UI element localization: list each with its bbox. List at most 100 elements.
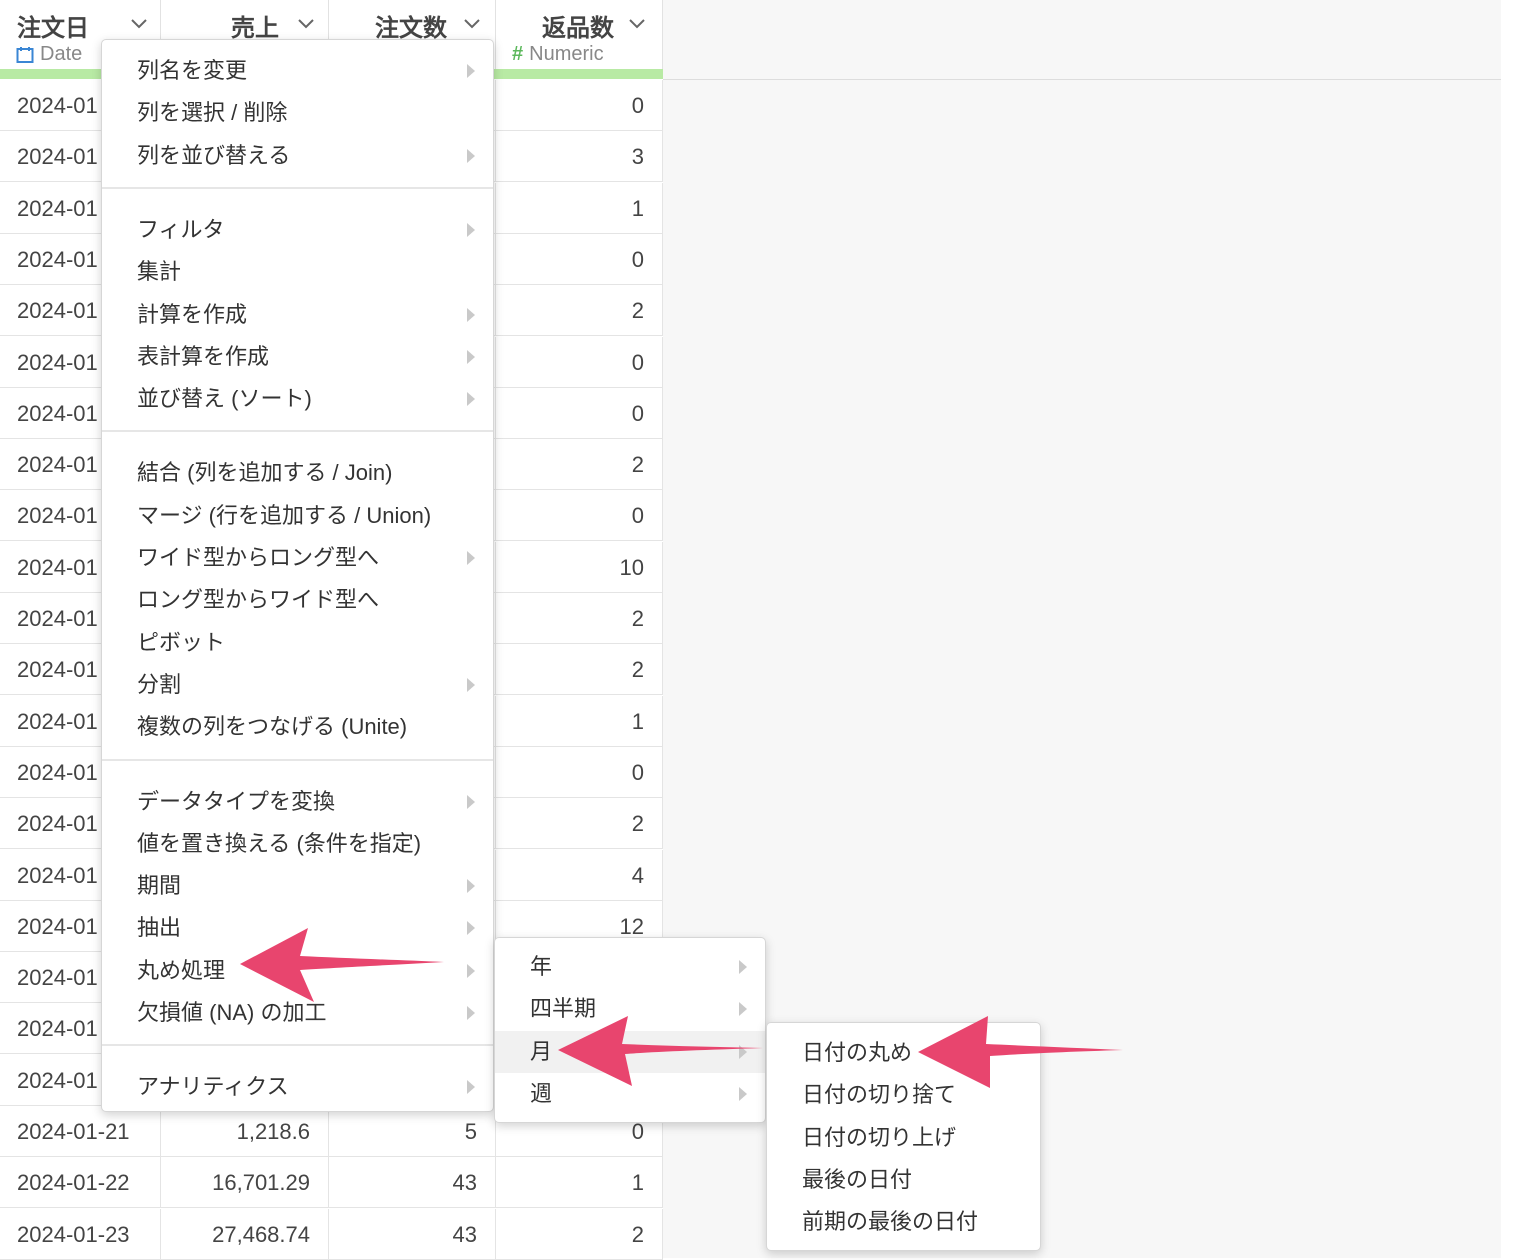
submenu-item[interactable]: 日付の切り捨て [767, 1074, 1040, 1116]
column-title: 返品数 [542, 15, 614, 42]
menu-item-label: 列を選択 / 削除 [137, 100, 288, 126]
cell-returns[interactable]: 10 [496, 541, 663, 593]
menu-separator [102, 758, 493, 761]
menu-item-label: 表計算を作成 [137, 343, 270, 369]
submenu-arrow-icon [467, 551, 475, 565]
rounding-submenu: 年四半期月週 [494, 937, 766, 1123]
cell-returns[interactable]: 0 [496, 490, 663, 542]
menu-item-label: 欠損値 (NA) の加工 [137, 1000, 327, 1025]
submenu-arrow-icon [467, 307, 475, 322]
menu-item[interactable]: 表計算を作成 [102, 336, 493, 378]
cell-sales[interactable]: 16,701.29 [161, 1157, 329, 1209]
cell-orders[interactable]: 5 [329, 1106, 496, 1157]
chevron-down-icon[interactable] [626, 12, 648, 34]
column-type-label: Date [40, 43, 83, 65]
cell-returns[interactable]: 2 [496, 644, 663, 696]
menu-item[interactable]: マージ (行を追加する / Union) [102, 495, 493, 537]
cell-returns[interactable]: 2 [496, 798, 663, 850]
menu-item[interactable]: アナリティクス [102, 1066, 493, 1108]
hash-icon: # [512, 43, 524, 65]
submenu-item-label: 日付の切り上げ [802, 1124, 957, 1150]
submenu-item[interactable]: 月 [495, 1030, 765, 1073]
cell-order-date[interactable]: 2024-01-22 [0, 1157, 161, 1209]
submenu-item-label: 四半期 [530, 996, 597, 1022]
submenu-item-label: 年 [530, 954, 553, 979]
column-type: # Numeric [512, 43, 604, 66]
menu-item[interactable]: 列名を変更 [102, 50, 493, 92]
menu-item-label: フィルタ [137, 216, 225, 242]
chevron-down-icon[interactable] [128, 12, 150, 34]
menu-item[interactable]: 丸め処理 [102, 950, 493, 992]
submenu-arrow-icon [467, 879, 475, 894]
column-title: 売上 [231, 15, 279, 42]
cell-returns[interactable]: 0 [496, 233, 663, 285]
submenu-arrow-icon [739, 1044, 747, 1059]
cell-order-date[interactable]: 2024-01-21 [0, 1106, 161, 1157]
menu-item[interactable]: データタイプを変換 [102, 781, 493, 823]
submenu-item[interactable]: 前期の最後の日付 [767, 1201, 1040, 1243]
cell-returns[interactable]: 4 [496, 849, 663, 901]
cell-returns[interactable]: 0 [496, 746, 663, 798]
month-rounding-submenu: 日付の丸め日付の切り捨て 日付の切り上げ最後の日付 前期の最後の日付 [766, 1022, 1041, 1251]
cell-sales[interactable]: 27,468.74 [161, 1208, 329, 1260]
menu-item[interactable]: 計算を作成 [102, 294, 493, 336]
submenu-item[interactable]: 四半期 [495, 988, 765, 1030]
submenu-item-label: 日付の丸め [802, 1040, 913, 1065]
cell-returns[interactable]: 1 [496, 695, 663, 747]
submenu-arrow-icon [467, 677, 475, 692]
submenu-arrow-icon [467, 392, 475, 407]
menu-item[interactable]: 並び替え (ソート) [102, 378, 493, 420]
cell-sales[interactable]: 1,218.6 [161, 1106, 329, 1157]
submenu-item-label: 日付の切り捨て [802, 1082, 957, 1108]
table-row[interactable]: 2024-01-22 16,701.29 43 1 [0, 1157, 663, 1209]
menu-item[interactable]: 期間 [102, 865, 493, 907]
menu-item[interactable]: 欠損値 (NA) の加工 [102, 992, 493, 1034]
menu-item[interactable]: 結合 (列を追加する / Join) [102, 452, 493, 494]
cell-returns[interactable]: 0 [496, 80, 663, 131]
cell-returns[interactable]: 2 [496, 593, 663, 644]
cell-orders[interactable]: 43 [329, 1157, 496, 1209]
menu-item-label: 集計 [137, 259, 182, 285]
cell-returns[interactable]: 2 [496, 1208, 663, 1260]
cell-returns[interactable]: 1 [496, 182, 663, 234]
cell-returns[interactable]: 0 [496, 336, 663, 388]
chevron-down-icon[interactable] [295, 12, 317, 34]
submenu-arrow-icon [467, 64, 475, 78]
column-header-returns[interactable]: 返品数 # Numeric [496, 0, 663, 79]
submenu-item[interactable]: 年 [495, 946, 765, 988]
column-title: 注文数 [375, 15, 447, 42]
cell-returns[interactable]: 2 [496, 439, 663, 491]
menu-item[interactable]: ピボット [102, 622, 493, 664]
column-type: Date [16, 43, 82, 66]
cell-returns[interactable]: 3 [496, 131, 663, 183]
cell-returns[interactable]: 1 [496, 1157, 663, 1209]
menu-item[interactable]: ワイド型からロング型へ [102, 537, 493, 579]
menu-item-label: 計算を作成 [137, 301, 248, 327]
menu-item[interactable]: ロング型からワイド型へ [102, 579, 493, 621]
column-context-menu: 列名を変更列を選択 / 削除列を並び替えるフィルタ集計計算を作成表計算を作成並び… [101, 39, 494, 1112]
submenu-item[interactable]: 週 [495, 1073, 765, 1115]
menu-item[interactable]: 列を選択 / 削除 [102, 92, 493, 134]
submenu-item[interactable]: 日付の丸め [767, 1032, 1040, 1074]
submenu-arrow-icon [467, 921, 475, 936]
cell-order-date[interactable]: 2024-01-23 [0, 1208, 161, 1260]
menu-item-label: ワイド型からロング型へ [137, 545, 380, 570]
menu-item-label: 列名を変更 [137, 58, 248, 83]
cell-returns[interactable]: 2 [496, 285, 663, 337]
menu-item-label: アナリティクス [137, 1074, 289, 1100]
menu-item-label: 分割 [137, 671, 182, 697]
cell-returns[interactable]: 0 [496, 387, 663, 439]
submenu-item[interactable]: 日付の切り上げ [767, 1117, 1040, 1159]
submenu-item-label: 週 [530, 1080, 553, 1106]
menu-item[interactable]: 抽出 [102, 907, 493, 949]
table-row[interactable]: 2024-01-23 27,468.74 43 2 [0, 1208, 663, 1260]
menu-item[interactable]: フィルタ [102, 209, 493, 251]
menu-item[interactable]: 集計 [102, 251, 493, 293]
menu-item[interactable]: 複数の列をつなげる (Unite) [102, 706, 493, 748]
chevron-down-icon[interactable] [461, 12, 483, 34]
menu-item[interactable]: 列を並び替える [102, 135, 493, 177]
cell-orders[interactable]: 43 [329, 1208, 496, 1260]
menu-item[interactable]: 値を置き換える (条件を指定) [102, 823, 493, 865]
menu-item[interactable]: 分割 [102, 664, 493, 706]
submenu-item[interactable]: 最後の日付 [767, 1159, 1040, 1201]
